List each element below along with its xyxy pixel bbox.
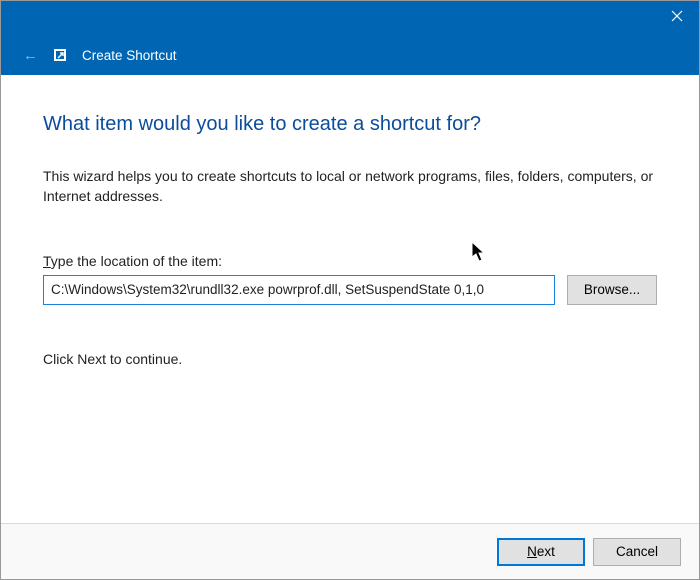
back-arrow-icon: ←	[23, 47, 38, 64]
window-title: Create Shortcut	[82, 48, 177, 63]
cancel-button[interactable]: Cancel	[593, 538, 681, 566]
content-area: What item would you like to create a sho…	[1, 75, 699, 523]
shortcut-icon	[52, 47, 68, 63]
next-button[interactable]: Next	[497, 538, 585, 566]
location-row: Browse...	[43, 275, 657, 305]
continue-text: Click Next to continue.	[43, 351, 657, 367]
page-heading: What item would you like to create a sho…	[43, 113, 657, 136]
close-icon	[671, 10, 683, 22]
footer: Next Cancel	[1, 523, 699, 579]
titlebar-controls	[1, 1, 699, 35]
browse-button[interactable]: Browse...	[567, 275, 657, 305]
titlebar-row: ← Create Shortcut	[1, 35, 699, 75]
close-button[interactable]	[655, 1, 699, 31]
wizard-description: This wizard helps you to create shortcut…	[43, 166, 657, 207]
titlebar: ← Create Shortcut	[1, 1, 699, 75]
location-label: Type the location of the item:	[43, 253, 657, 269]
location-input[interactable]	[43, 275, 555, 305]
